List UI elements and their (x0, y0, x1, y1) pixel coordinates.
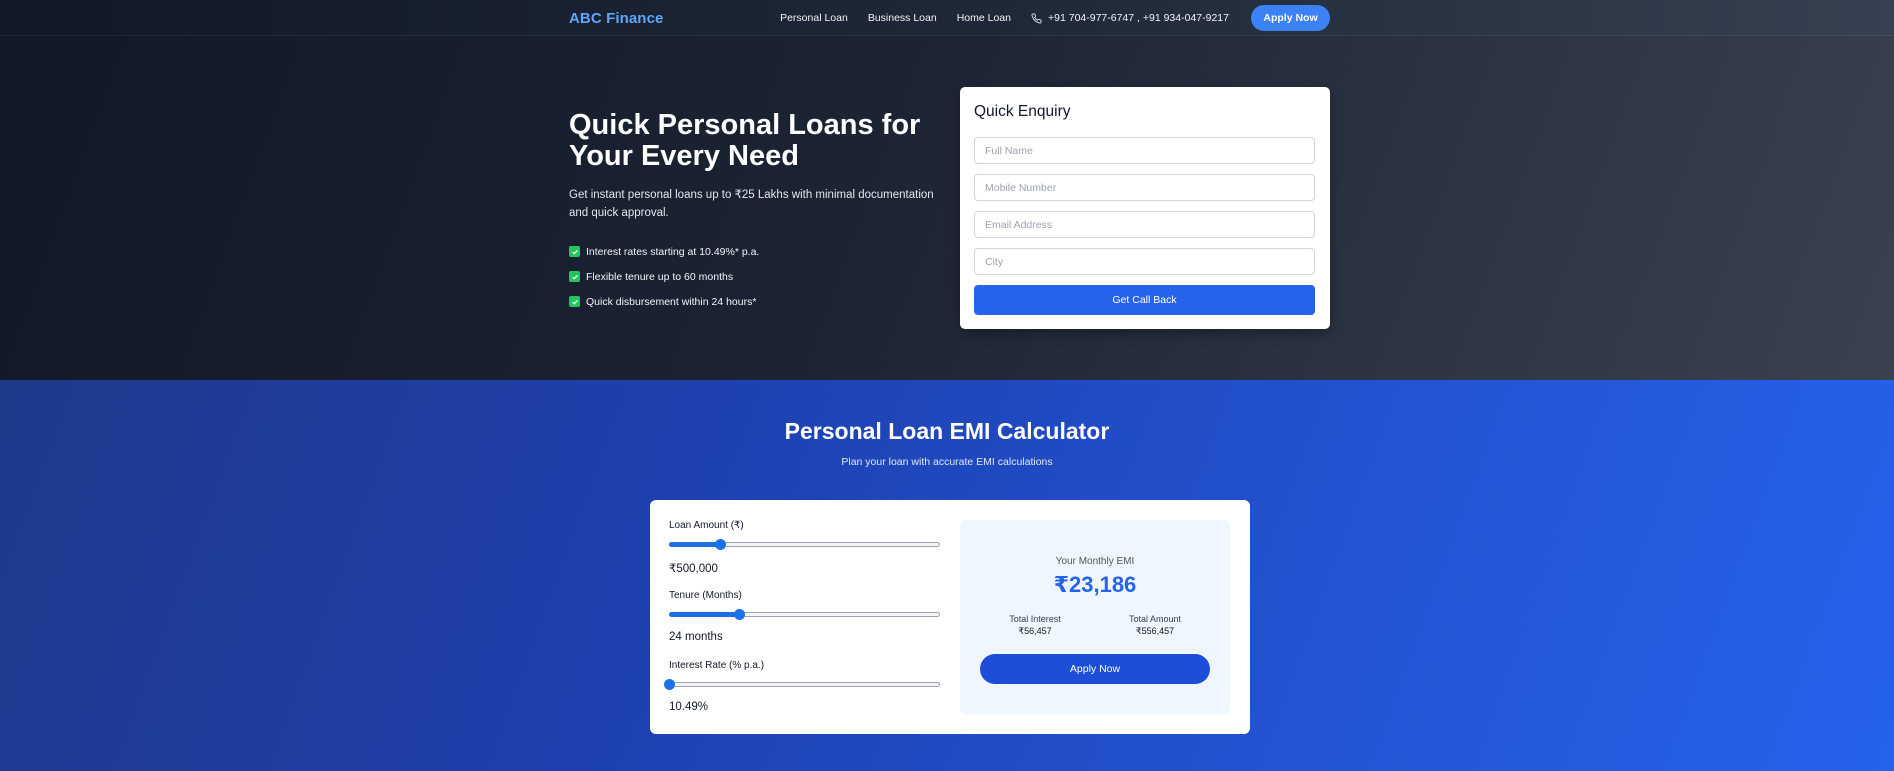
emi-calculator-section: Personal Loan EMI Calculator Plan your l… (0, 380, 1894, 771)
nav-link-business-loan[interactable]: Business Loan (868, 12, 937, 24)
slider-thumb[interactable] (734, 609, 746, 620)
hero-title: Quick Personal Loans for Your Every Need (569, 109, 921, 172)
phone-numbers: +91 704-977-6747 , +91 934-047-9217 (1048, 12, 1229, 24)
hero-subtitle: Get instant personal loans up to ₹25 Lak… (569, 189, 934, 219)
brand-logo[interactable]: ABC Finance (569, 10, 663, 27)
total-interest-label: Total Interest (1009, 614, 1061, 624)
feature-text: Flexible tenure up to 60 months (586, 270, 734, 283)
get-call-back-button[interactable]: Get Call Back (974, 285, 1315, 315)
check-icon (569, 246, 580, 257)
slider-thumb[interactable] (664, 679, 675, 690)
slider-thumb[interactable] (715, 539, 727, 550)
nav-link-personal-loan[interactable]: Personal Loan (780, 12, 848, 24)
slider-fill (669, 612, 740, 617)
feature-text: Quick disbursement within 24 hours* (586, 295, 757, 308)
nav-link-home-loan[interactable]: Home Loan (957, 12, 1011, 24)
tenure-value: 24 months (669, 631, 723, 643)
top-navbar: ABC Finance Personal Loan Business Loan … (0, 0, 1894, 36)
quick-enquiry-card: Quick Enquiry Get Call Back (960, 87, 1330, 329)
feature-item: Interest rates starting at 10.49%* p.a. (569, 239, 759, 264)
loan-amount-value: ₹500,000 (669, 563, 718, 575)
slider-track (669, 682, 940, 687)
interest-rate-label: Interest Rate (% p.a.) (669, 660, 765, 671)
mobile-number-input[interactable] (974, 174, 1315, 201)
interest-rate-value: 10.49% (669, 701, 709, 713)
tenure-slider[interactable] (669, 609, 940, 620)
interest-rate-slider[interactable] (664, 679, 940, 690)
email-input[interactable] (974, 211, 1315, 238)
emi-label: Your Monthly EMI (1055, 556, 1135, 567)
feature-text: Interest rates starting at 10.49%* p.a. (586, 245, 760, 258)
calculator-card: Loan Amount (₹) ₹500,000 Tenure (Months)… (650, 500, 1250, 734)
calculator-subtitle: Plan your loan with accurate EMI calcula… (841, 456, 1053, 468)
hero-section: Quick Personal Loans for Your Every Need… (0, 36, 1894, 380)
total-interest-stat: Total Interest ₹56,457 (980, 613, 1090, 637)
total-amount-value: ₹556,457 (1135, 626, 1175, 636)
tenure-label: Tenure (Months) (669, 590, 742, 601)
total-amount-label: Total Amount (1128, 614, 1182, 624)
calculator-apply-button[interactable]: Apply Now (980, 654, 1210, 684)
phone-icon (1031, 12, 1042, 23)
loan-amount-label: Loan Amount (₹) (669, 520, 744, 531)
emi-value: ₹23,186 (1053, 572, 1137, 597)
loan-amount-slider[interactable] (669, 539, 940, 550)
feature-list: Interest rates starting at 10.49%* p.a. … (569, 239, 759, 314)
phone-contact[interactable]: +91 704-977-6747 , +91 934-047-9217 (1031, 12, 1229, 24)
nav-apply-button[interactable]: Apply Now (1251, 5, 1330, 31)
total-amount-stat: Total Amount ₹556,457 (1100, 613, 1210, 637)
city-input[interactable] (974, 248, 1315, 275)
feature-item: Quick disbursement within 24 hours* (569, 289, 759, 314)
check-icon (569, 296, 580, 307)
enquiry-title: Quick Enquiry (974, 103, 1071, 120)
calculator-title: Personal Loan EMI Calculator (784, 418, 1110, 444)
slider-fill (669, 542, 721, 547)
total-interest-value: ₹56,457 (1018, 626, 1052, 636)
full-name-input[interactable] (974, 137, 1315, 164)
feature-item: Flexible tenure up to 60 months (569, 264, 759, 289)
check-icon (569, 271, 580, 282)
emi-result-panel: Your Monthly EMI ₹23,186 Total Interest … (960, 520, 1230, 714)
